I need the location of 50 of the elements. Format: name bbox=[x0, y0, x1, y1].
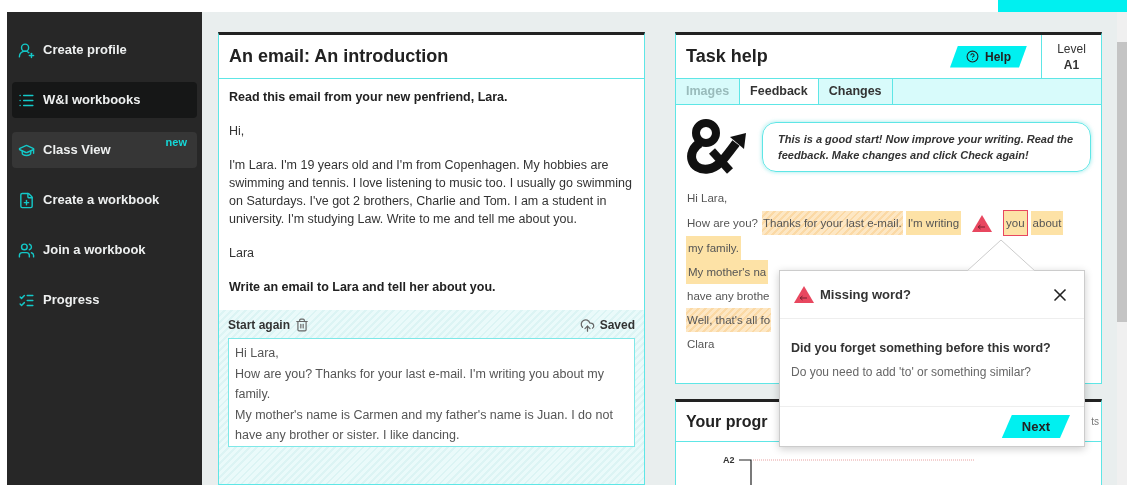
task-text: Write an email to Lara and tell her about you. bbox=[229, 279, 497, 296]
feedback-text: have any brothe bbox=[686, 289, 771, 304]
error-highlight[interactable]: My mother's na bbox=[686, 260, 769, 284]
email-paragraph: Lara bbox=[229, 245, 256, 262]
sidebar-item-icon bbox=[18, 41, 35, 59]
feedback-text: Hi Lara, bbox=[686, 191, 729, 206]
sidebar-item-icon bbox=[18, 241, 35, 259]
popup-hint: Do you need to add 'to' or something similar? bbox=[791, 363, 1033, 381]
flagged-word[interactable]: you bbox=[1003, 210, 1028, 236]
error-highlight[interactable]: my family. bbox=[686, 236, 741, 260]
sidebar-item[interactable]: Join a workbook bbox=[12, 232, 197, 268]
sidebar-item-icon bbox=[18, 191, 35, 209]
tab[interactable]: Changes bbox=[818, 79, 893, 104]
card-title: Task help bbox=[685, 45, 769, 68]
logo-icon bbox=[686, 119, 748, 174]
axis-label: A2 bbox=[723, 454, 735, 467]
feedback-text: How are you? bbox=[686, 216, 759, 231]
popup-question: Did you forget something before this word? bbox=[791, 340, 1052, 357]
error-highlight[interactable]: I'm writing bbox=[905, 211, 962, 235]
start-again-label[interactable]: Start again bbox=[228, 316, 290, 334]
missing-word-icon bbox=[972, 214, 993, 232]
suggestion-highlight[interactable]: Thanks for your last e-mail. bbox=[761, 211, 903, 235]
email-paragraph: I'm Lara. I'm 19 years old and I'm from Copenhagen. My hobbies are swimming and tennis. I love listening to music too. I usually go swimming on Saturdays. I've got 2 brothers, Charlie and Tom. I am a student in university. I'm studying Law. Write to me and tell me about you. bbox=[229, 157, 633, 228]
popup-title: Missing word? bbox=[820, 285, 911, 304]
level-label: Level bbox=[1057, 40, 1086, 57]
help-icon bbox=[966, 50, 979, 63]
email-paragraph: Hi, bbox=[229, 123, 246, 140]
speech-bubble: This is a good start! Now improve your writing. Read the feedback. Make changes and click Check again! bbox=[762, 121, 1091, 172]
instruction-text: Read this email from your new penfriend, Lara. bbox=[229, 89, 509, 106]
saved-status: Saved bbox=[599, 317, 635, 334]
card-title: An email: An introduction bbox=[219, 35, 644, 79]
tab[interactable]: Feedback bbox=[740, 79, 819, 104]
side-label: ts bbox=[1091, 415, 1099, 429]
next-button[interactable]: Next bbox=[1001, 415, 1070, 438]
error-highlight[interactable]: about bbox=[1030, 211, 1064, 235]
card-title: Your progr bbox=[686, 411, 768, 432]
sidebar-item[interactable]: Create a workbook bbox=[12, 182, 197, 218]
suggestion-highlight[interactable]: Well, that's all fo bbox=[686, 308, 772, 332]
sidebar-item[interactable]: W&I workbooks bbox=[12, 82, 197, 118]
answer-box[interactable]: Hi Lara, How are you? Thanks for your last e-mail. I'm writing you about my family. My mother's name is Carmen and my father's name is Juan. I do not have any brother or sister. I like dancing. bbox=[228, 338, 635, 447]
sidebar-item[interactable]: Create profile bbox=[12, 32, 197, 68]
new-label: new bbox=[165, 135, 187, 150]
feedback-text: Clara bbox=[686, 337, 716, 352]
help-button[interactable]: Help bbox=[950, 45, 1027, 68]
trash-icon[interactable] bbox=[295, 318, 309, 332]
sidebar-item[interactable]: Class View new bbox=[12, 132, 197, 168]
missing-word-icon bbox=[794, 286, 814, 303]
sidebar-item[interactable]: Progress bbox=[12, 282, 197, 318]
cloud-icon bbox=[579, 317, 595, 333]
level-value: A1 bbox=[1063, 56, 1080, 73]
